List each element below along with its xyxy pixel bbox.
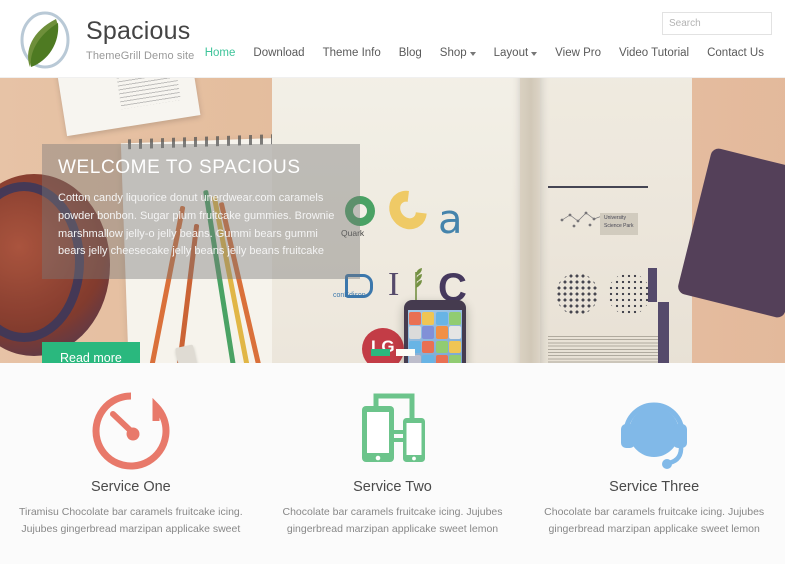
nav-item-layout[interactable]: Layout [485,45,547,61]
search-input[interactable] [663,13,785,34]
nav-item-label: Contact Us [707,47,764,59]
chevron-down-icon [531,52,538,56]
hero-title: WELCOME TO SPACIOUS [58,157,301,178]
nav-item-label: Blog [398,47,422,59]
site-branding[interactable]: Spacious ThemeGrill Demo site [14,9,194,71]
service-description: Chocolate bar caramels fruitcake icing. … [282,506,503,535]
services-section: Service One Tiramisu Chocolate bar caram… [0,363,785,564]
service-card-three[interactable]: Service Three Chocolate bar caramels fru… [523,363,785,564]
service-card-two[interactable]: Service Two Chocolate bar caramels fruit… [262,363,524,564]
nav-item-theme-info[interactable]: Theme Info [314,45,390,61]
nav-item-label: Home [204,47,236,59]
nav-item-home[interactable]: Home [196,45,245,61]
search-form[interactable] [662,12,785,35]
headset-support-icon [537,385,771,477]
nav-item-label: Layout [493,47,529,59]
nav-item-label: Theme Info [322,47,381,59]
nav-item-download[interactable]: Download [244,45,313,61]
site-header: Spacious ThemeGrill Demo site Home Downlo… [0,0,785,78]
nav-item-view-pro[interactable]: View Pro [546,45,610,61]
leaf-logo-icon [14,9,76,71]
service-description: Tiramisu Chocolate bar caramels fruitcak… [18,506,243,535]
speedometer-icon [14,385,248,477]
slider-dot-1[interactable] [370,349,390,356]
site-description: ThemeGrill Demo site [86,49,195,62]
nav-item-blog[interactable]: Blog [390,45,431,61]
hero-description: Cotton candy liquorice donut unerdwear.c… [58,191,335,258]
nav-item-shop[interactable]: Shop [431,45,485,61]
hero-caption: WELCOME TO SPACIOUS Cotton candy liquori… [42,144,360,280]
nav-item-video-tutorial[interactable]: Video Tutorial [610,45,698,61]
site-title: Spacious [86,17,191,46]
nav-item-label: Video Tutorial [618,47,690,59]
service-card-one[interactable]: Service One Tiramisu Chocolate bar caram… [0,363,262,564]
service-title: Service Two [353,479,432,495]
service-description: Chocolate bar caramels fruitcake icing. … [544,506,765,535]
responsive-devices-icon [276,385,510,477]
nav-item-label: Shop [439,47,467,59]
service-title: Service One [90,479,171,495]
service-title: Service Three [609,479,700,495]
hero-slider[interactable]: Quark a conEdison I C LG University Scie… [0,78,785,363]
nav-item-label: Download [253,47,305,59]
nav-item-contact-us[interactable]: Contact Us [698,45,773,61]
slider-pagination[interactable] [0,349,785,356]
primary-navigation[interactable]: Home Download Theme Info Blog Shop Layout View… [196,45,773,61]
slider-dot-2[interactable] [395,349,415,356]
chevron-down-icon [469,52,476,56]
nav-item-label: View Pro [555,47,601,59]
